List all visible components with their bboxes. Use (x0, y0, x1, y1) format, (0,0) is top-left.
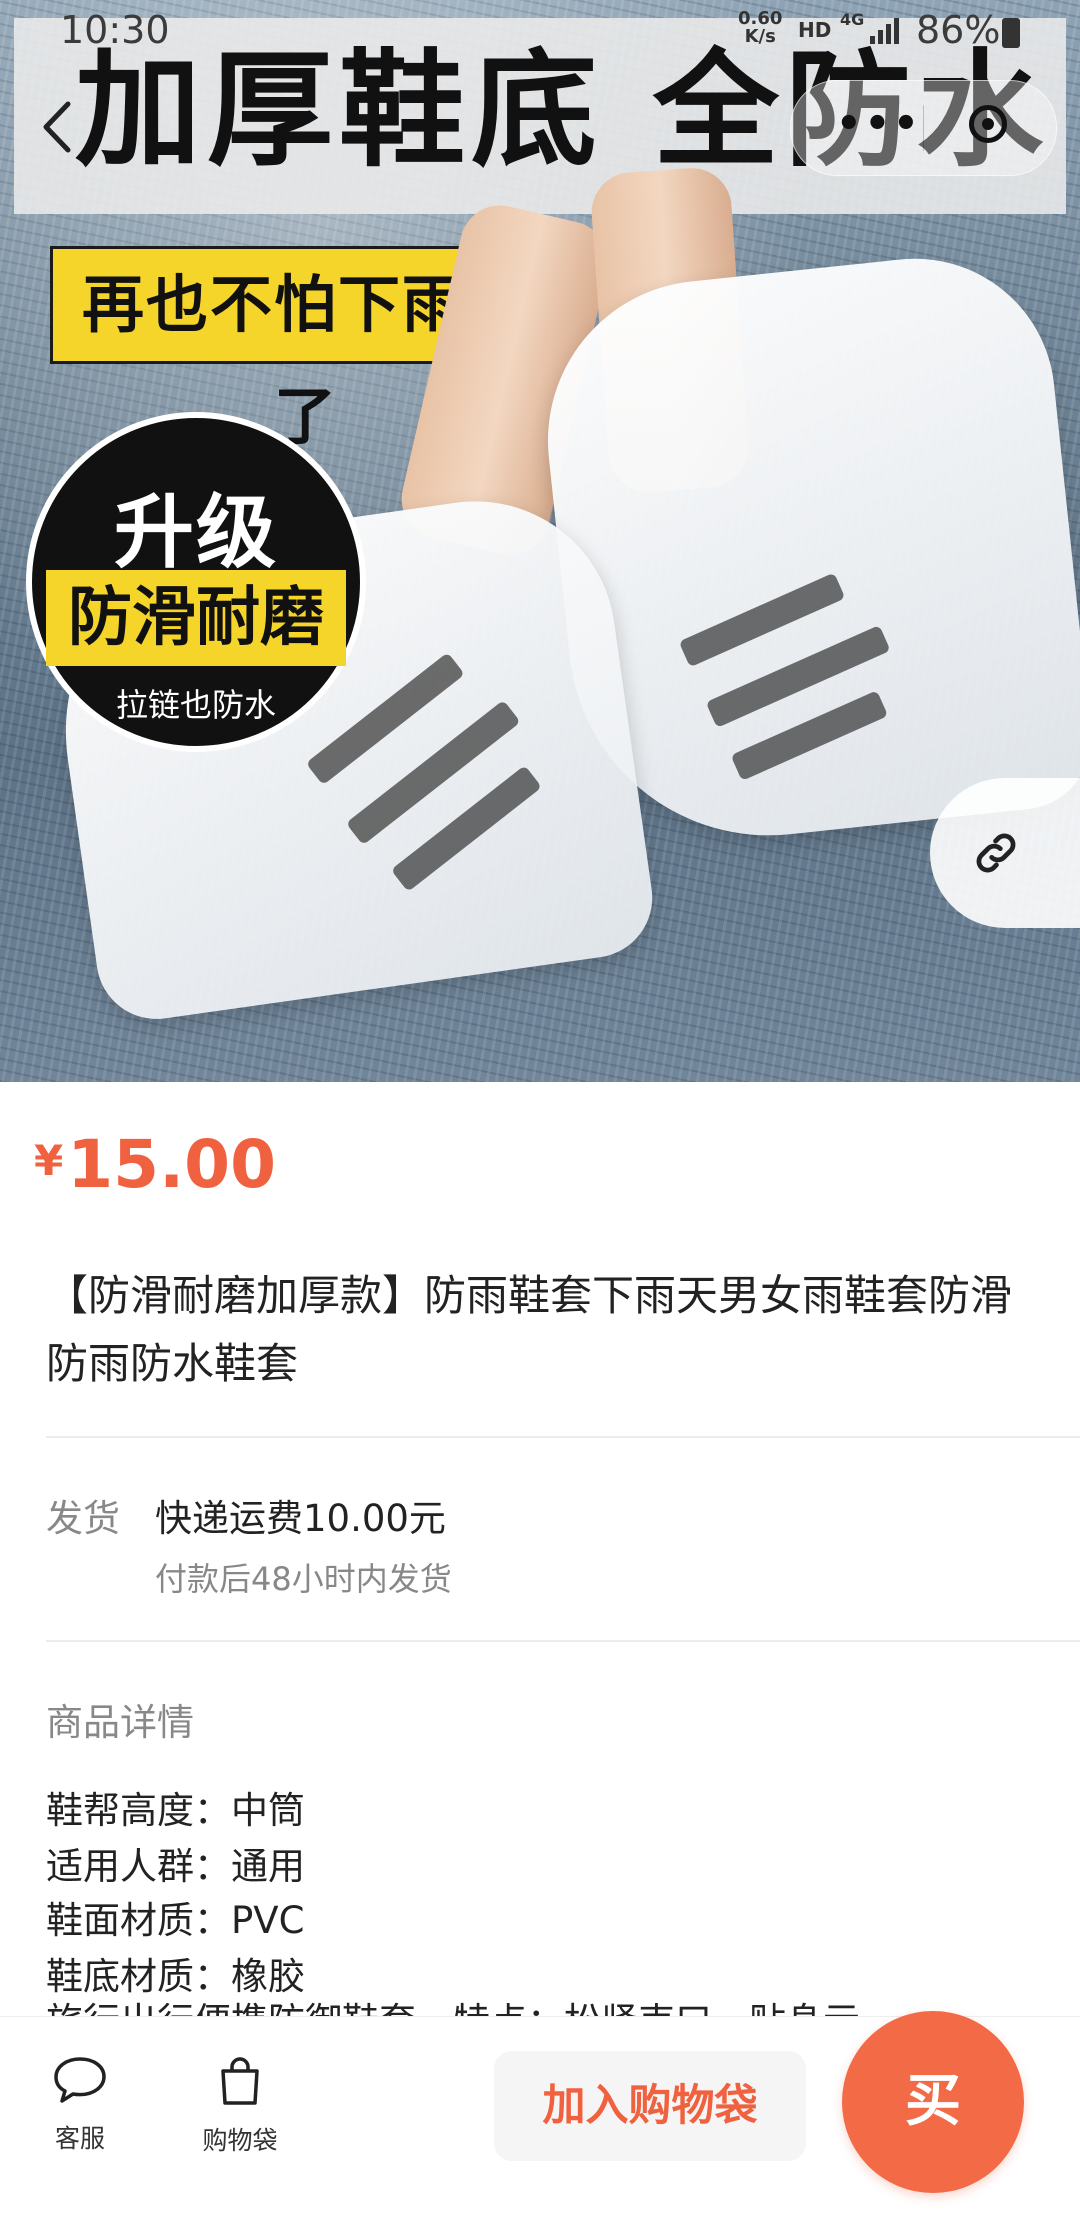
network-type: 4G (840, 10, 865, 29)
more-options-icon[interactable]: ••• (836, 101, 922, 147)
customer-service-button[interactable]: 客服 (20, 2055, 140, 2155)
shipping-method: 快递运费10.00元 (155, 1497, 446, 1540)
product-price: ¥15.00 (34, 1126, 276, 1203)
network-rate-unit: K/s (744, 26, 776, 47)
spec-line: 鞋底材质：橡胶 (46, 1955, 305, 1998)
spec-line: 鞋帮高度：中筒 (46, 1789, 305, 1832)
bottom-action-bar: 客服 购物袋 加入购物袋 买 (0, 2011, 1080, 2221)
back-button[interactable] (30, 92, 90, 162)
chat-bubble-icon (54, 2057, 106, 2103)
link-icon (976, 833, 1016, 873)
product-title: 【防滑耐磨加厚款】防雨鞋套下雨天男女雨鞋套防滑防雨防水鞋套 (46, 1271, 1013, 1388)
battery-percent: 86% (916, 8, 1001, 52)
capsule-divider (923, 105, 924, 151)
currency-symbol: ¥ (34, 1136, 64, 1185)
price-value: 15.00 (67, 1126, 276, 1203)
hd-indicator: HD (798, 18, 832, 42)
buy-now-button[interactable]: 买 (842, 2011, 1024, 2193)
chevron-left-icon (43, 101, 71, 153)
close-miniprogram-icon[interactable] (969, 105, 1007, 143)
shipping-note: 付款后48小时内发货 (155, 1560, 452, 1598)
upgrade-badge: 升级 防滑耐磨 拉链也防水 (26, 412, 366, 752)
badge-top-text: 升级 (114, 486, 278, 579)
battery-icon (1002, 18, 1020, 48)
badge-mid-text: 防滑耐磨 (46, 570, 346, 666)
shopping-bag-button[interactable]: 购物袋 (180, 2055, 300, 2157)
signal-icon (870, 18, 899, 44)
divider (46, 1436, 1080, 1438)
customer-service-label: 客服 (54, 2124, 105, 2153)
spec-line: 鞋面材质：PVC (46, 1899, 305, 1942)
shopping-bag-label: 购物袋 (202, 2126, 278, 2155)
status-bar: 10:30 0.60 K/s HD 4G 86% (0, 0, 1080, 62)
share-link-button[interactable] (930, 778, 1080, 928)
capsule-menu[interactable]: ••• (790, 80, 1057, 176)
spec-line: 适用人群：通用 (46, 1845, 305, 1888)
network-rate: 0.60 K/s (738, 10, 782, 46)
shopping-bag-icon (221, 2057, 259, 2105)
divider (46, 1640, 1080, 1642)
details-heading: 商品详情 (46, 1701, 194, 1744)
status-time: 10:30 (60, 8, 170, 52)
badge-bottom-text: 拉链也防水 (115, 686, 276, 724)
add-to-bag-button[interactable]: 加入购物袋 (494, 2051, 806, 2161)
shipping-label: 发货 (46, 1497, 120, 1540)
